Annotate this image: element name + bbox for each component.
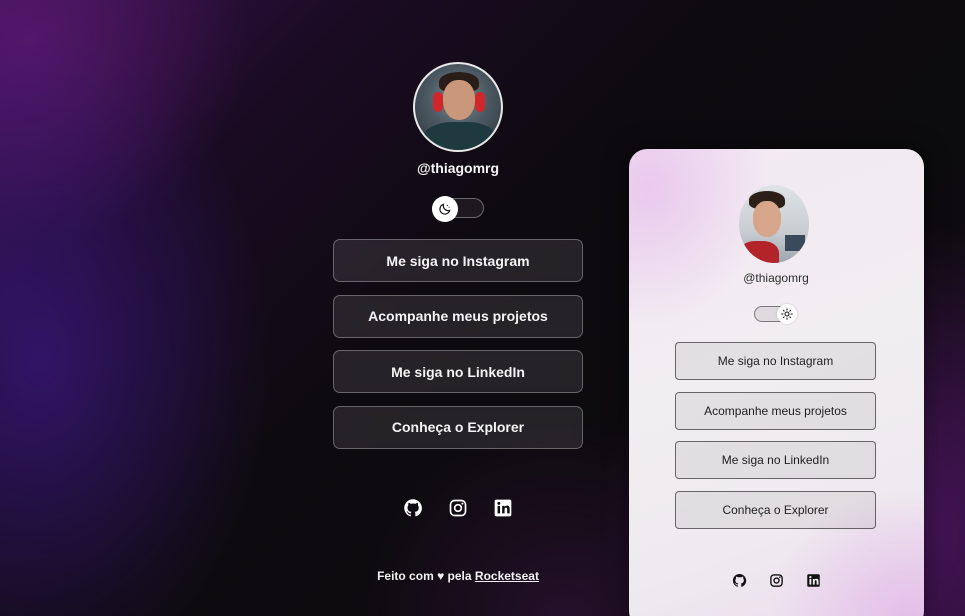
- footer-prefix: Feito com: [377, 569, 434, 583]
- heart-icon: ♥: [437, 569, 445, 583]
- github-icon[interactable]: [732, 573, 747, 588]
- instagram-icon[interactable]: [448, 498, 468, 518]
- profile-username: @thiagomrg: [416, 160, 500, 176]
- rocketseat-link[interactable]: Rocketseat: [475, 569, 539, 583]
- footer: Feito com ♥ pela Rocketseat: [358, 569, 558, 583]
- instagram-link-button[interactable]: Me siga no Instagram: [333, 239, 583, 282]
- theme-toggle[interactable]: [432, 196, 484, 222]
- github-icon[interactable]: [403, 498, 423, 518]
- linkedin-icon[interactable]: [806, 573, 821, 588]
- moon-icon: [432, 196, 458, 222]
- explorer-link-button-light[interactable]: Conheça o Explorer: [675, 490, 876, 529]
- explorer-link-button[interactable]: Conheça o Explorer: [333, 405, 583, 449]
- sun-icon: [777, 304, 797, 324]
- footer-middle: pela: [447, 569, 472, 583]
- links-list: Me siga no Instagram Acompanhe meus proj…: [333, 239, 583, 461]
- projects-link-button[interactable]: Acompanhe meus projetos: [333, 294, 583, 338]
- theme-toggle-light[interactable]: [754, 304, 797, 324]
- linkedin-link-button[interactable]: Me siga no LinkedIn: [333, 350, 583, 393]
- profile-username-light: @thiagomrg: [743, 271, 809, 285]
- linkedin-link-button-light[interactable]: Me siga no LinkedIn: [675, 441, 876, 479]
- linkedin-icon[interactable]: [493, 498, 513, 518]
- instagram-icon[interactable]: [769, 573, 784, 588]
- profile-avatar-light: [739, 185, 809, 263]
- links-list-light: Me siga no Instagram Acompanhe meus proj…: [675, 342, 876, 540]
- light-theme-preview: @thiagomrg Me siga no Instagram Acompanh…: [629, 149, 924, 616]
- social-links: [403, 498, 513, 518]
- profile-avatar: [413, 62, 503, 152]
- projects-link-button-light[interactable]: Acompanhe meus projetos: [675, 391, 876, 430]
- instagram-link-button-light[interactable]: Me siga no Instagram: [675, 342, 876, 380]
- social-links-light: [732, 573, 821, 588]
